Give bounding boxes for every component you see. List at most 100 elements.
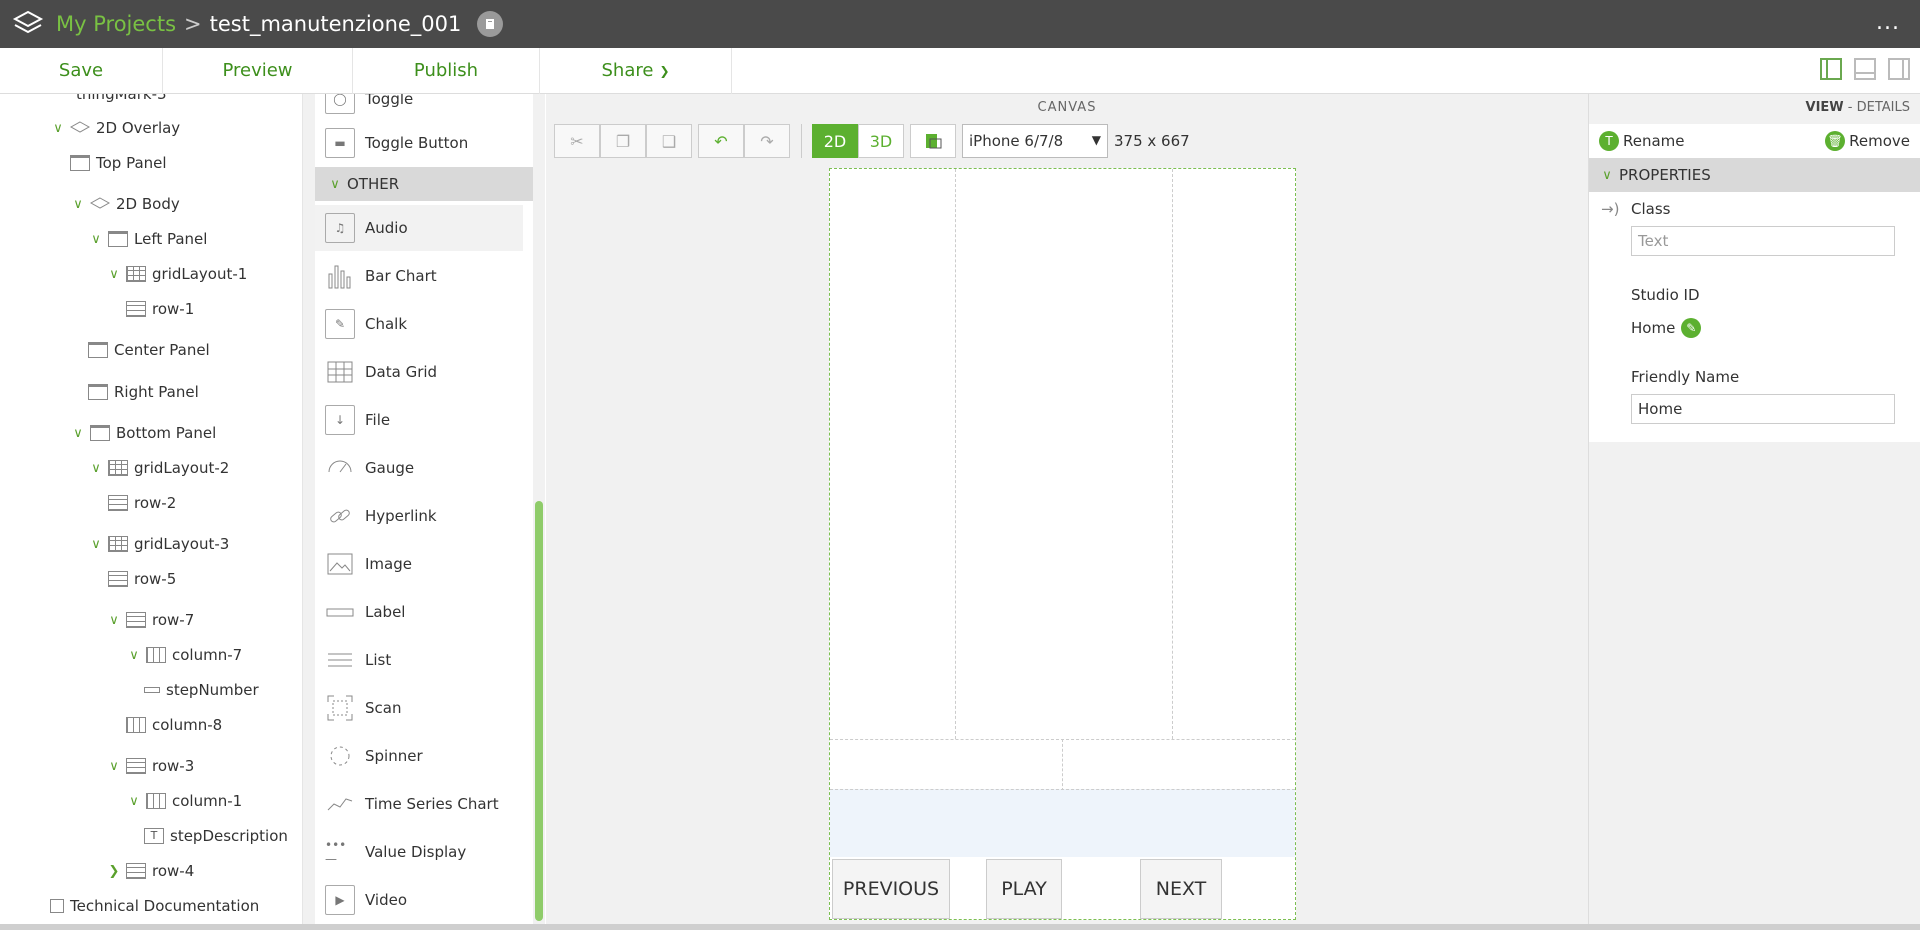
project-info-icon[interactable] <box>477 11 504 37</box>
save-button[interactable]: Save <box>0 47 163 94</box>
tree-item-label: 2D Overlay <box>96 119 181 137</box>
widget-file[interactable]: ↓ File <box>325 397 533 443</box>
scrollbar-thumb[interactable] <box>535 501 543 921</box>
tree-item-gridlayout-1[interactable]: ∨ gridLayout-1 <box>106 262 247 286</box>
edit-pencil-icon[interactable]: ✎ <box>1681 318 1702 338</box>
tree-item-row-2[interactable]: row-2 <box>108 491 176 515</box>
chevron-down-icon[interactable]: ∨ <box>106 267 122 282</box>
mode-3d-button[interactable]: 3D <box>858 124 904 158</box>
copy-icon[interactable]: ❐ <box>600 124 646 158</box>
tree-item-row-3[interactable]: ∨ row-3 <box>106 754 194 778</box>
widget-data-grid[interactable]: Data Grid <box>325 349 533 395</box>
properties-body: →) Class Text Studio ID Home ✎ Friendly N… <box>1589 192 1920 442</box>
chevron-right-icon[interactable]: ❯ <box>106 864 122 879</box>
tree-item-technical-documentation[interactable]: Technical Documentation <box>50 894 259 918</box>
section-label: OTHER <box>347 175 400 193</box>
right-panel-layout-icon[interactable] <box>1888 58 1910 80</box>
orientation-icon[interactable] <box>910 124 956 158</box>
preview-button[interactable]: Preview <box>163 47 353 94</box>
tree-item-row-1[interactable]: row-1 <box>126 297 194 321</box>
tree-item-2d-overlay[interactable]: ∨ 2D Overlay <box>50 116 180 140</box>
bottom-panel-layout-icon[interactable] <box>1854 58 1876 80</box>
tree-item-column-8[interactable]: column-8 <box>126 713 222 737</box>
remove-button[interactable]: 🗑 Remove <box>1825 131 1910 151</box>
tree-item-gridlayout-3[interactable]: ∨ gridLayout-3 <box>88 532 229 556</box>
device-select[interactable]: iPhone 6/7/8 ▼ <box>962 124 1108 158</box>
chevron-down-icon[interactable]: ∨ <box>88 537 104 552</box>
tree-item-center-panel[interactable]: Center Panel <box>88 338 210 362</box>
widget-list[interactable]: List <box>325 637 533 683</box>
share-button[interactable]: Share ❯ <box>540 47 732 94</box>
tree-item-left-panel[interactable]: ∨ Left Panel <box>88 227 207 251</box>
chevron-down-icon[interactable]: ∨ <box>126 648 142 663</box>
widget-spinner[interactable]: Spinner <box>325 733 533 779</box>
tree-item-row-4[interactable]: ❯ row-4 <box>106 859 195 883</box>
tree-item-row-5[interactable]: row-5 <box>108 567 176 591</box>
tree-item-thingmark[interactable]: thingMark-3 <box>50 94 167 106</box>
row-divider <box>1062 739 1063 791</box>
chevron-down-icon[interactable]: ∨ <box>106 613 122 628</box>
widget-chalk[interactable]: ✎ Chalk <box>325 301 533 347</box>
chevron-down-icon[interactable]: ∨ <box>50 121 66 136</box>
chevron-down-icon[interactable]: ∨ <box>70 197 86 212</box>
widget-time-series-chart[interactable]: Time Series Chart <box>325 781 533 827</box>
chevron-down-icon[interactable]: ∨ <box>126 794 142 809</box>
layers-logo-icon[interactable] <box>10 6 46 42</box>
chevron-down-icon[interactable]: ∨ <box>88 461 104 476</box>
previous-button[interactable]: PREVIOUS <box>832 859 950 919</box>
widget-scrollbar[interactable] <box>533 94 545 924</box>
cut-icon[interactable]: ✂ <box>554 124 600 158</box>
mode-2d-button[interactable]: 2D <box>812 124 858 158</box>
tree-item-label: row-7 <box>152 611 195 629</box>
tree-item-label: row-5 <box>134 570 177 588</box>
left-panel-layout-icon[interactable] <box>1820 58 1842 80</box>
play-button[interactable]: PLAY <box>986 859 1062 919</box>
widget-bar-chart[interactable]: Bar Chart <box>325 253 533 299</box>
chevron-down-icon[interactable]: ∨ <box>70 426 86 441</box>
widget-toggle[interactable]: ◯ Toggle <box>325 94 533 122</box>
tree-scrollbar[interactable] <box>303 94 315 924</box>
phone-canvas[interactable]: PREVIOUS PLAY NEXT <box>829 168 1296 920</box>
breadcrumb-my-projects[interactable]: My Projects <box>56 12 176 36</box>
widget-audio[interactable]: ♫ Audio <box>315 205 523 251</box>
publish-button[interactable]: Publish <box>353 47 540 94</box>
section-header-other[interactable]: ∨ OTHER <box>315 167 533 201</box>
properties-header[interactable]: ∨ PROPERTIES <box>1589 158 1920 192</box>
tree-item-bottom-panel[interactable]: ∨ Bottom Panel <box>70 421 216 445</box>
step-description-row[interactable] <box>830 789 1295 857</box>
widget-gauge[interactable]: Gauge <box>325 445 533 491</box>
next-button[interactable]: NEXT <box>1140 859 1222 919</box>
more-menu-icon[interactable]: ... <box>1876 10 1900 35</box>
redo-icon[interactable]: ↷ <box>744 124 790 158</box>
class-input[interactable]: Text <box>1631 226 1895 256</box>
tree-item-top-panel[interactable]: Top Panel <box>70 151 167 175</box>
tree-item-label: gridLayout-2 <box>134 459 230 477</box>
widget-image[interactable]: Image <box>325 541 533 587</box>
chevron-down-icon[interactable]: ∨ <box>106 759 122 774</box>
tree-item-right-panel[interactable]: Right Panel <box>88 380 199 404</box>
widget-value-display[interactable]: •••— Value Display <box>325 829 533 875</box>
tree-item-stepdescription[interactable]: TstepDescription <box>144 824 288 848</box>
widget-label: Toggle <box>365 94 414 108</box>
widget-video[interactable]: ▶ Video <box>325 877 533 923</box>
doc-icon <box>50 899 64 913</box>
tree-item-gridlayout-2[interactable]: ∨ gridLayout-2 <box>88 456 229 480</box>
tree-item-2d-body[interactable]: ∨ 2D Body <box>70 192 180 216</box>
tree-item-row-7[interactable]: ∨ row-7 <box>106 608 194 632</box>
widget-hyperlink[interactable]: Hyperlink <box>325 493 533 539</box>
paste-icon[interactable]: ❑ <box>646 124 692 158</box>
widget-scan[interactable]: Scan <box>325 685 533 731</box>
device-value: iPhone 6/7/8 <box>969 132 1064 150</box>
friendly-name-input[interactable]: Home <box>1631 394 1895 424</box>
chevron-down-icon[interactable]: ∨ <box>88 232 104 247</box>
widget-toggle-button[interactable]: ▬ Toggle Button <box>325 120 533 166</box>
tree-item-column-7[interactable]: ∨ column-7 <box>126 643 242 667</box>
undo-icon[interactable]: ↶ <box>698 124 744 158</box>
tree-item-stepnumber[interactable]: stepNumber <box>144 678 259 702</box>
rename-button[interactable]: T Rename <box>1599 131 1685 151</box>
tree-item-column-1[interactable]: ∨ column-1 <box>126 789 242 813</box>
row-icon <box>108 495 128 511</box>
widget-label-widget[interactable]: Label <box>325 589 533 635</box>
binding-arrow-icon[interactable]: →) <box>1601 200 1619 218</box>
tree-item-label: Technical Documentation <box>70 897 260 915</box>
